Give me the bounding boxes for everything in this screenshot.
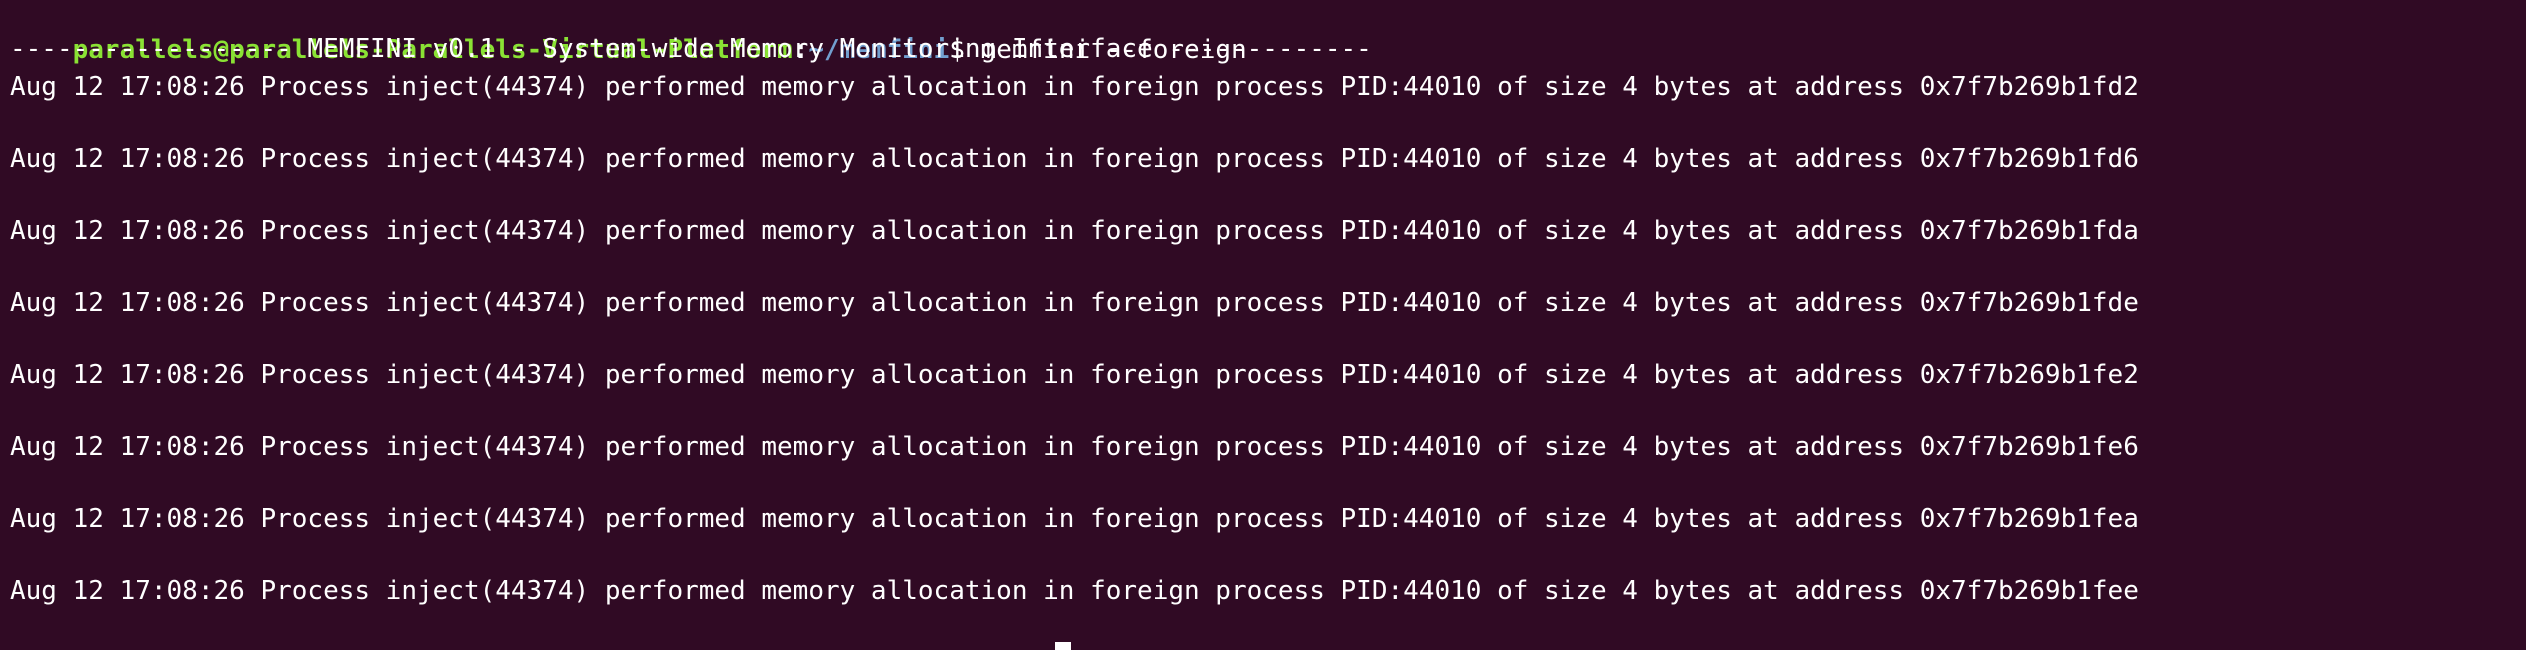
terminal-window[interactable]: parallels@parallels-Parallels-Virtual-Pl… [0,0,2526,650]
log-line: Aug 12 17:08:26 Process inject(44374) pe… [10,288,2139,318]
log-line: Aug 12 17:08:26 Process inject(44374) pe… [10,576,2139,606]
log-line: Aug 12 17:08:26 Process inject(44374) pe… [10,432,2139,462]
log-line: Aug 12 17:08:26 Process inject(44374) pe… [10,504,2139,534]
log-line: Aug 12 17:08:26 Process inject(44374) pe… [10,360,2139,390]
banner-line: ------------------ MEMFINI v0.1 - System… [10,34,1372,64]
text-cursor [1055,642,1071,650]
log-line: Aug 12 17:08:26 Process inject(44374) pe… [10,144,2139,174]
log-line: Aug 12 17:08:26 Process inject(44374) pe… [10,216,2139,246]
prompt-line: parallels@parallels-Parallels-Virtual-Pl… [10,2,1247,65]
log-line: Aug 12 17:08:26 Process inject(44374) pe… [10,72,2139,102]
